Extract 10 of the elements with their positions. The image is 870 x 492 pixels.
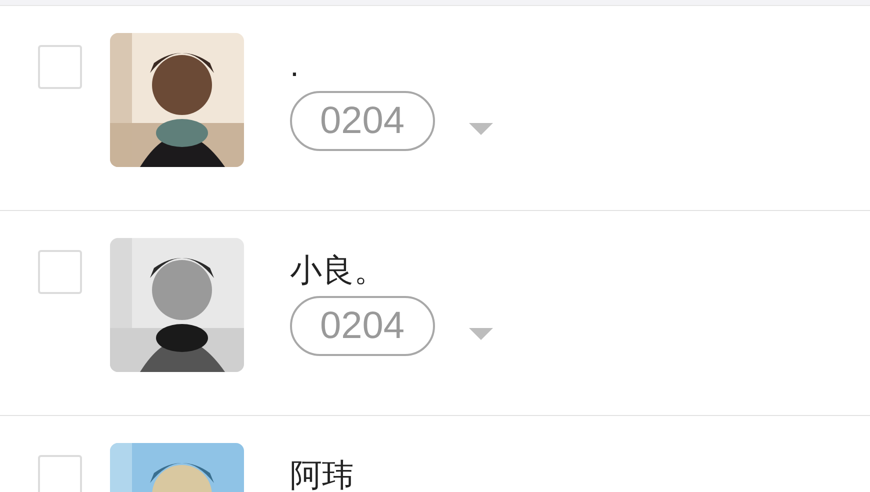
tag-pill: 0204 [290,91,435,151]
checkbox[interactable] [38,45,82,89]
contact-name: . [290,46,300,85]
caret-icon[interactable] [468,123,493,135]
checkbox[interactable] [38,455,82,492]
contact-name: 阿玮 [290,456,354,492]
contact-name: 小良。 [290,251,387,290]
caret-icon[interactable] [468,328,493,340]
tag-pill: 0204 [290,296,435,356]
checkbox[interactable] [38,250,82,294]
